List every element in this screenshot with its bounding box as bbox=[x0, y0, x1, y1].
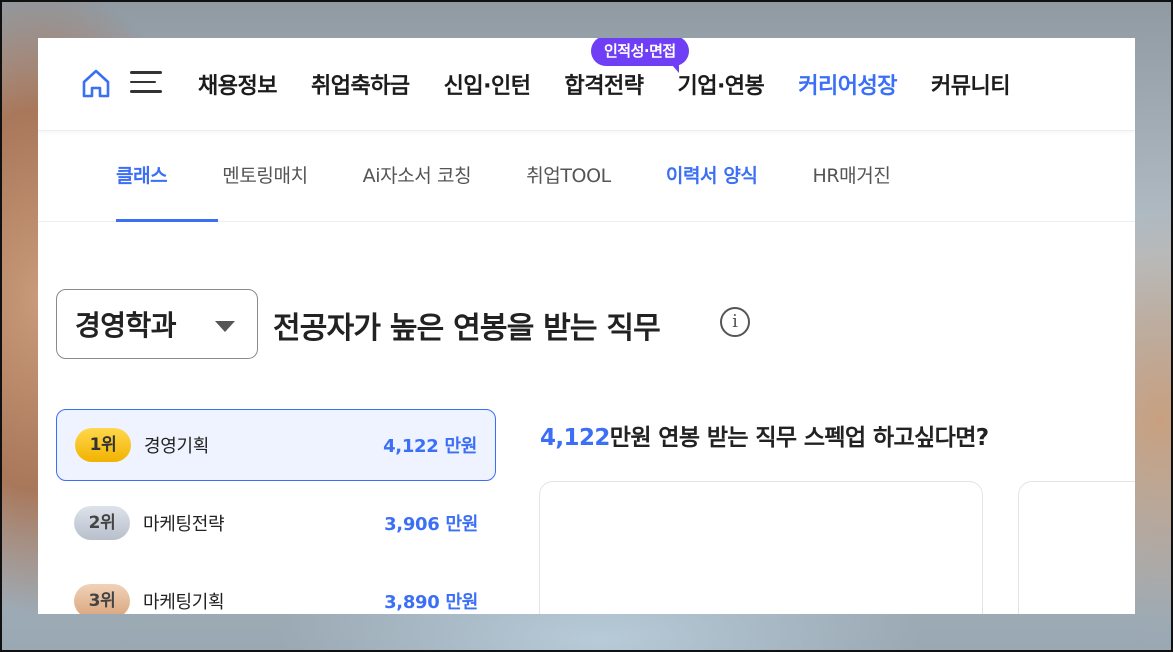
job-salary: 3,890 만원 bbox=[384, 592, 478, 613]
sub-menu: 클래스 멘토링매치 Ai자소서 코칭 취업TOOL 이력서 양식 HR매거진 bbox=[116, 131, 945, 221]
nav-item-recruit[interactable]: 채용정보 bbox=[198, 68, 277, 100]
hamburger-menu-icon[interactable] bbox=[130, 71, 162, 95]
caret-down-icon bbox=[215, 321, 235, 332]
tab-mentoring[interactable]: 멘토링매치 bbox=[222, 131, 308, 221]
sub-navigation: 클래스 멘토링매치 Ai자소서 코칭 취업TOOL 이력서 양식 HR매거진 bbox=[38, 131, 1135, 222]
home-icon[interactable] bbox=[80, 67, 112, 99]
class-card[interactable] bbox=[1018, 481, 1135, 614]
ranking-item-1[interactable]: 1위 경영기획 4,122 만원 bbox=[56, 409, 496, 481]
tab-tool[interactable]: 취업TOOL bbox=[526, 131, 611, 221]
active-tab-indicator bbox=[116, 219, 218, 222]
job-name: 마케팅기획 bbox=[143, 592, 225, 613]
promo-heading: 4,122만원 연봉 받는 직무 스펙업 하고싶다면? bbox=[540, 418, 989, 452]
rank-badge: 3위 bbox=[74, 584, 130, 614]
job-salary: 4,122 만원 bbox=[383, 436, 477, 457]
nav-item-bonus[interactable]: 취업축하금 bbox=[311, 68, 410, 100]
info-icon[interactable]: i bbox=[720, 307, 750, 337]
class-card[interactable] bbox=[539, 481, 983, 614]
ranking-item-2[interactable]: 2위 마케팅전략 3,906 만원 bbox=[56, 487, 496, 559]
nav-item-intern[interactable]: 신입·인턴 bbox=[444, 68, 531, 100]
main-panel: 채용정보 취업축하금 신입·인턴 합격전략 기업·연봉 커리어성장 커뮤니티 인… bbox=[38, 38, 1135, 614]
ranking-item-3[interactable]: 3위 마케팅기획 3,890 만원 bbox=[56, 565, 496, 614]
tab-hr-magazine[interactable]: HR매거진 bbox=[812, 131, 890, 221]
top-navigation: 채용정보 취업축하금 신입·인턴 합격전략 기업·연봉 커리어성장 커뮤니티 인… bbox=[38, 38, 1135, 131]
nav-item-community[interactable]: 커뮤니티 bbox=[931, 68, 1010, 100]
job-name: 마케팅전략 bbox=[143, 514, 225, 535]
major-dropdown[interactable]: 경영학과 bbox=[56, 289, 258, 359]
promo-amount: 4,122 bbox=[540, 425, 610, 451]
tab-resume-template[interactable]: 이력서 양식 bbox=[666, 131, 758, 221]
nav-item-strategy[interactable]: 합격전략 bbox=[565, 68, 644, 100]
nav-item-career[interactable]: 커리어성장 bbox=[798, 68, 897, 100]
job-name: 경영기획 bbox=[144, 436, 210, 457]
tab-ai-coaching[interactable]: Ai자소서 코칭 bbox=[363, 131, 472, 221]
page-title: 전공자가 높은 연봉을 받는 직무 bbox=[273, 311, 661, 346]
rank-badge: 2위 bbox=[74, 506, 130, 540]
tab-class[interactable]: 클래스 bbox=[116, 131, 168, 221]
nav-item-company-salary[interactable]: 기업·연봉 bbox=[677, 68, 764, 100]
rank-badge: 1위 bbox=[75, 428, 131, 462]
major-dropdown-value: 경영학과 bbox=[75, 309, 177, 342]
nav-badge-aptitude[interactable]: 인적성·면접 bbox=[591, 38, 689, 73]
job-salary: 3,906 만원 bbox=[384, 514, 478, 535]
promo-text: 만원 연봉 받는 직무 스펙업 하고싶다면? bbox=[609, 425, 989, 451]
